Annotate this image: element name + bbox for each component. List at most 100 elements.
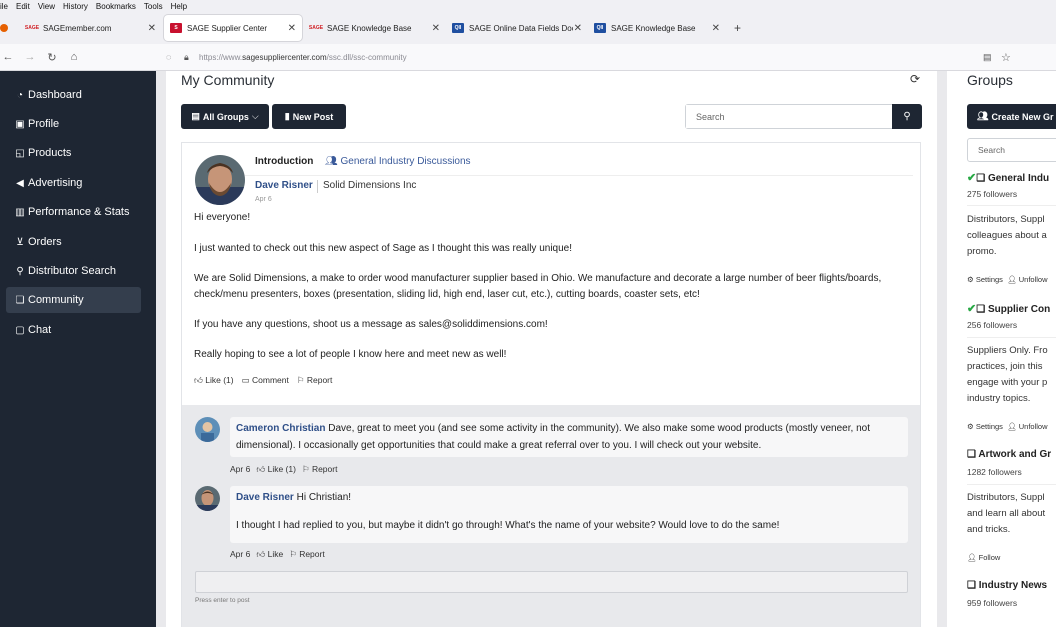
tab-sagemember[interactable]: SAGE SAGEmember.com ✕ (20, 15, 162, 41)
comment-button[interactable]: ▭ Comment (242, 375, 289, 386)
back-icon[interactable]: ← (0, 51, 16, 63)
groups-title: Groups (967, 72, 1013, 88)
comment-date: Apr 6 (230, 464, 251, 474)
group-name: Supplier Con (987, 304, 1051, 315)
follow-label: Follow (978, 553, 1001, 562)
search-icon: ⚲ (903, 111, 911, 122)
sidebar-item-products[interactable]: ◱ Products (6, 140, 141, 166)
chevron-down-icon: ⌵ (251, 111, 259, 121)
comment-text: Dave, great to meet you (and see some ac… (236, 423, 870, 451)
thumbs-up-icon: 👍︎ (256, 464, 266, 474)
settings-label: Settings (975, 275, 1003, 284)
post-author-link[interactable]: Dave Risner (255, 180, 313, 191)
shield-icon[interactable]: ◌ (166, 52, 171, 62)
comment-meta: Apr 6 👍︎ Like (1) ⚐ Report (230, 464, 337, 475)
groups-panel: Groups 👥︎ Create New Gr Search ✔❏ General… (947, 71, 1056, 627)
report-button[interactable]: ⚐ Report (289, 549, 325, 560)
group-name-link[interactable]: ✔❏ Supplier Con (967, 302, 1050, 315)
close-icon[interactable]: ✕ (148, 23, 156, 34)
comment-meta: Apr 6 👍︎ Like ⚐ Report (230, 549, 325, 560)
tab-knowledge-base[interactable]: SAGE SAGE Knowledge Base ✕ (304, 15, 446, 41)
search-button[interactable]: ⚲ (892, 104, 922, 129)
create-group-label: Create New Gr (991, 111, 1054, 122)
document-favicon-icon: QII (594, 23, 606, 33)
flag-icon: ⚐ (296, 375, 305, 385)
post-card: Introduction 👥︎ General Industry Discuss… (181, 142, 921, 627)
sidebar-item-orders[interactable]: ⊻ Orders (6, 229, 141, 255)
url-text[interactable]: https://www.sagesuppliercenter.com/ssc.d… (199, 53, 407, 62)
comment-author-link[interactable]: Dave Risner (236, 492, 294, 503)
report-button[interactable]: ⚐ Report (297, 375, 333, 386)
all-groups-dropdown[interactable]: ▤ All Groups ⌵ (181, 104, 269, 129)
close-icon[interactable]: ✕ (574, 23, 582, 34)
check-icon: ✔ (967, 172, 977, 184)
megaphone-icon: ◀ (16, 177, 24, 189)
firefox-icon (0, 24, 8, 32)
refresh-icon[interactable]: ⟳ (910, 72, 920, 86)
unfollow-label: Unfollow (1018, 422, 1048, 431)
reply-input[interactable] (195, 571, 908, 593)
sidebar-item-chat[interactable]: ▢ Chat (6, 317, 141, 343)
page-title: My Community (181, 72, 275, 88)
avatar (195, 486, 220, 511)
follow-link[interactable]: 👤︎ Follow (967, 553, 1000, 562)
like-button[interactable]: 👍︎ Like (1) (194, 375, 234, 386)
lock-icon[interactable]: 🔒︎ (184, 52, 189, 63)
close-icon[interactable]: ✕ (288, 23, 296, 34)
group-followers: 256 followers (967, 320, 1018, 330)
new-tab-icon[interactable]: + (734, 21, 741, 35)
sidebar-item-label: Advertising (28, 177, 83, 189)
user-minus-icon: 👤︎ (1007, 275, 1017, 284)
like-label: Like (1) (267, 464, 296, 474)
thumbs-up-icon: 👍︎ (256, 549, 266, 559)
tab-data-fields[interactable]: QII SAGE Online Data Fields Docum ✕ (446, 15, 588, 41)
group-description: Suppliers Only. Fro practices, join this… (967, 345, 1048, 404)
like-button[interactable]: 👍︎ Like (1) (256, 464, 296, 475)
group-name-link[interactable]: ❏ Artwork and Gr (967, 449, 1051, 460)
comment-author-link[interactable]: Cameron Christian (236, 423, 325, 434)
sidebar-item-distributor-search[interactable]: ⚲ Distributor Search (6, 258, 141, 284)
group-name-link[interactable]: ❏ Industry News (967, 580, 1047, 591)
menu-file[interactable]: ile (0, 2, 8, 11)
url-path: /ssc.dll/ssc-community (326, 52, 407, 62)
group-name-link[interactable]: ✔❏ General Indu (967, 171, 1049, 184)
reader-view-icon[interactable]: ▤ (983, 52, 992, 63)
settings-link[interactable]: ⚙ Settings (967, 275, 1003, 284)
menu-help[interactable]: Help (171, 2, 187, 11)
sidebar-item-performance[interactable]: ▥ Performance & Stats (6, 199, 141, 225)
forward-icon[interactable]: → (22, 51, 38, 63)
menu-edit[interactable]: Edit (16, 2, 30, 11)
reload-icon[interactable]: ↻ (44, 51, 60, 64)
like-button[interactable]: 👍︎ Like (256, 549, 283, 560)
unfollow-label: Unfollow (1018, 275, 1048, 284)
tab-knowledge-base-2[interactable]: QII SAGE Knowledge Base ✕ (588, 15, 726, 41)
sidebar-item-dashboard[interactable]: ◔ Dashboard (6, 82, 141, 108)
new-post-button[interactable]: ▮ New Post (272, 104, 346, 129)
menu-view[interactable]: View (38, 2, 55, 11)
settings-link[interactable]: ⚙ Settings (967, 422, 1003, 431)
tab-supplier-center[interactable]: S SAGE Supplier Center ✕ (164, 15, 302, 41)
sidebar-item-label: Distributor Search (28, 265, 117, 277)
menu-history[interactable]: History (63, 2, 88, 11)
menu-tools[interactable]: Tools (144, 2, 163, 11)
menu-bookmarks[interactable]: Bookmarks (96, 2, 136, 11)
close-icon[interactable]: ✕ (712, 23, 720, 34)
unfollow-link[interactable]: 👤︎ Unfollow (1007, 422, 1047, 431)
sidebar-item-advertising[interactable]: ◀ Advertising (6, 170, 141, 196)
user-plus-icon: 👤︎ (967, 553, 977, 562)
star-icon[interactable]: ☆ (1001, 51, 1011, 64)
community-search: ⚲ (685, 104, 922, 129)
post-group-link[interactable]: 👥︎ General Industry Discussions (325, 156, 471, 167)
report-button[interactable]: ⚐ Report (302, 464, 338, 475)
flag-icon: ⚐ (289, 549, 297, 559)
cart-icon: ⊻ (16, 236, 24, 248)
create-group-button[interactable]: 👥︎ Create New Gr (967, 104, 1056, 129)
sidebar-item-community[interactable]: ❏ Community (6, 287, 141, 313)
sidebar-item-profile[interactable]: ▣ Profile (6, 111, 141, 137)
home-icon[interactable]: ⌂ (66, 51, 82, 63)
unfollow-link[interactable]: 👤︎ Unfollow (1007, 275, 1047, 284)
group-search-input[interactable]: Search (967, 138, 1056, 162)
tab-bar: SAGE SAGEmember.com ✕ S SAGE Supplier Ce… (0, 12, 1056, 44)
close-icon[interactable]: ✕ (432, 23, 440, 34)
search-input[interactable] (686, 105, 886, 128)
